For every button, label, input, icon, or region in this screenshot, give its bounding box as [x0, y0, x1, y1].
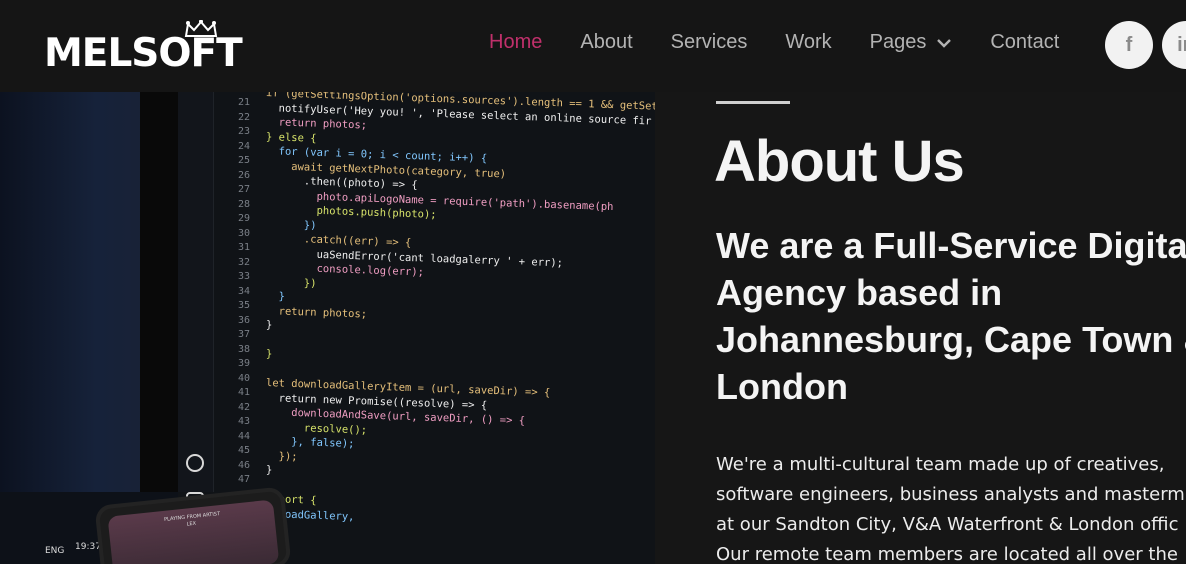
code-line: } else {: [265, 130, 317, 145]
line-number: 33: [237, 271, 250, 282]
body-line: We're a multi-cultural team made up of c…: [716, 454, 1165, 475]
taskbar-lang: ENG: [45, 546, 65, 556]
line-number: 21: [237, 97, 250, 108]
code-line: }: [265, 290, 286, 303]
line-number: 38: [237, 343, 250, 355]
line-number: 41: [237, 387, 250, 398]
linkedin-icon[interactable]: in: [1162, 21, 1186, 69]
hero-image: 21 22 23 24 25 26 27 28 29 30 31 32 33 34 35 36 37 38 39 40…: [0, 92, 655, 564]
linkedin-glyph: in: [1177, 33, 1186, 56]
nav-home[interactable]: Home: [489, 31, 542, 54]
code-line: });: [265, 449, 298, 463]
nav-pages[interactable]: Pages: [870, 31, 953, 54]
line-number: 39: [237, 358, 250, 369]
chevron-down-icon: [937, 38, 952, 48]
body-line: Our remote team members are located all …: [716, 544, 1178, 564]
line-number: 34: [237, 285, 250, 297]
brand-logo[interactable]: MELSOFT: [44, 20, 284, 76]
body-line: at our Sandton City, V&A Waterfront & Lo…: [716, 514, 1179, 535]
facebook-glyph: f: [1125, 33, 1133, 56]
nav-about[interactable]: About: [580, 31, 632, 54]
code-line: return photos;: [265, 304, 368, 321]
line-number: 27: [237, 184, 250, 195]
code-line: }): [265, 217, 317, 232]
subtitle-line: Johannesburg, Cape Town &: [716, 319, 1186, 360]
main-menu: Home About Services Work Pages Contact: [489, 31, 1097, 54]
line-number: 22: [237, 111, 250, 123]
nav-pages-label: Pages: [869, 31, 927, 53]
code-line: }: [265, 348, 273, 361]
subtitle-line: Agency based in: [716, 272, 1003, 313]
line-number: 24: [237, 140, 250, 152]
code-line: }: [265, 319, 273, 332]
facebook-icon[interactable]: f: [1105, 21, 1153, 69]
line-number: 40: [237, 372, 250, 384]
nav-contact[interactable]: Contact: [990, 31, 1059, 54]
phone-sub: LEX: [186, 520, 197, 528]
body-line: software engineers, business analysts an…: [716, 484, 1186, 505]
line-number: 35: [237, 300, 250, 311]
line-number: 45: [237, 445, 250, 456]
navbar: MELSOFT Home About Services Work Pages C…: [0, 0, 1186, 92]
line-number: 23: [237, 126, 250, 137]
line-number: 25: [237, 155, 250, 166]
line-number: 28: [237, 198, 250, 210]
subtitle-line: We are a Full-Service Digita: [716, 225, 1186, 266]
line-number: 36: [237, 314, 250, 326]
line-number: 30: [237, 227, 250, 239]
subtitle-line: London: [716, 366, 848, 407]
section-divider: [716, 101, 790, 104]
line-number: 37: [237, 329, 250, 340]
line-number: 32: [237, 256, 250, 268]
logo-text: MELSOFT: [44, 31, 243, 76]
line-number: 42: [237, 401, 250, 413]
code-line: resolve();: [265, 420, 368, 437]
editor-gutter: [178, 92, 214, 492]
line-number: 46: [237, 459, 250, 471]
nav-work[interactable]: Work: [785, 31, 831, 54]
line-number: 26: [237, 169, 250, 181]
about-subtitle: We are a Full-Service Digita Agency base…: [716, 222, 1186, 410]
code-line: }): [265, 275, 317, 290]
nav-services[interactable]: Services: [671, 31, 748, 54]
line-number: 44: [237, 430, 250, 442]
code-line: }: [265, 464, 273, 477]
line-number: 47: [237, 474, 250, 485]
about-body: We're a multi-cultural team made up of c…: [716, 450, 1186, 564]
line-number: 31: [237, 242, 250, 253]
taskbar-time: 19:37: [75, 542, 101, 552]
line-number: 43: [237, 416, 250, 427]
page-title: About Us: [714, 129, 965, 194]
line-number: 29: [237, 213, 250, 224]
account-icon: [186, 454, 204, 472]
